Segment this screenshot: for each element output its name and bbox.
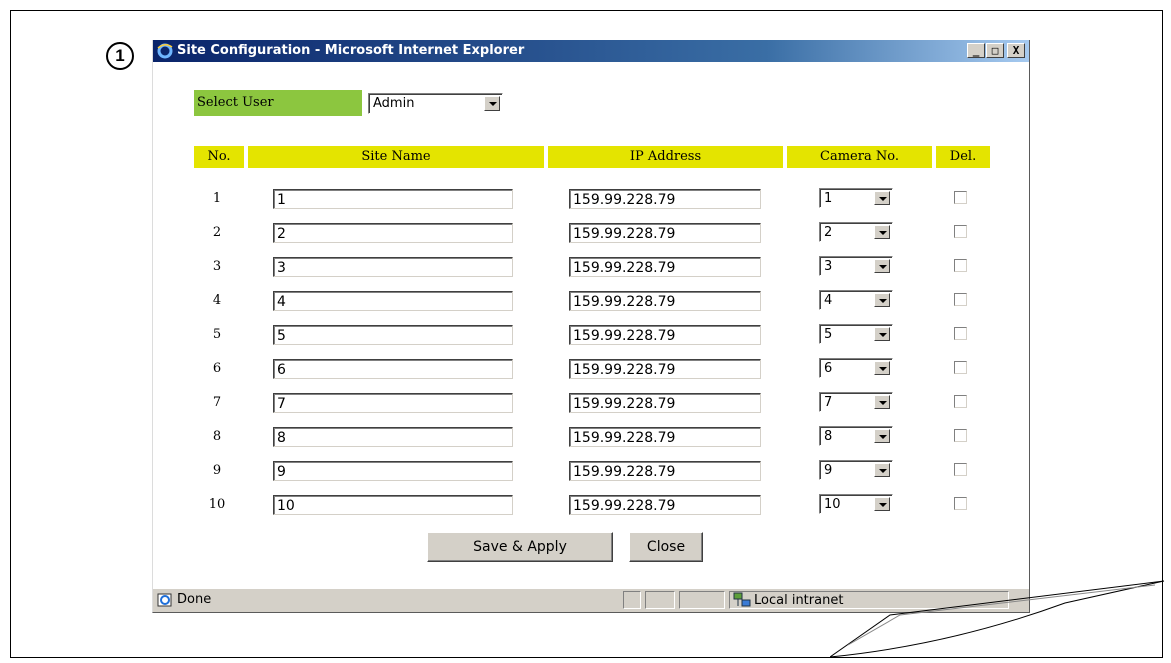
row-number: 1: [212, 191, 222, 206]
row-number: 7: [212, 395, 222, 410]
camera-value: 1: [824, 191, 833, 206]
status-segment: [623, 591, 641, 609]
camera-select[interactable]: 1: [819, 188, 893, 208]
chevron-down-icon[interactable]: [874, 225, 890, 239]
ip-address-input[interactable]: 159.99.228.79: [569, 427, 761, 447]
close-window-button[interactable]: X: [1007, 43, 1025, 58]
ip-address-input[interactable]: 159.99.228.79: [569, 359, 761, 379]
ip-address-input[interactable]: 159.99.228.79: [569, 393, 761, 413]
ip-address-input[interactable]: 159.99.228.79: [569, 223, 761, 243]
camera-value: 5: [824, 327, 833, 342]
ip-address-input[interactable]: 159.99.228.79: [569, 495, 761, 515]
camera-select[interactable]: 4: [819, 290, 893, 310]
chevron-down-icon[interactable]: [874, 293, 890, 307]
delete-checkbox[interactable]: [954, 429, 967, 442]
page-curl-graphic: [830, 580, 1165, 658]
chevron-down-icon[interactable]: [874, 361, 890, 375]
site-name-input[interactable]: 7: [273, 393, 513, 413]
delete-checkbox[interactable]: [954, 293, 967, 306]
chevron-down-icon[interactable]: [874, 259, 890, 273]
camera-select[interactable]: 7: [819, 392, 893, 412]
site-name-input[interactable]: 9: [273, 461, 513, 481]
ie-logo-icon: [157, 43, 173, 59]
ip-address-input[interactable]: 159.99.228.79: [569, 189, 761, 209]
ie-window: Site Configuration - Microsoft Internet …: [152, 40, 1030, 613]
chevron-down-icon[interactable]: [874, 429, 890, 443]
select-user-dropdown[interactable]: Admin: [368, 93, 503, 114]
row-number: 6: [212, 361, 222, 376]
delete-checkbox[interactable]: [954, 191, 967, 204]
camera-value: 6: [824, 361, 833, 376]
header-site-name: Site Name: [248, 146, 544, 168]
camera-value: 10: [824, 497, 841, 512]
row-number: 4: [212, 293, 222, 308]
chevron-down-icon[interactable]: [874, 395, 890, 409]
ip-address-input[interactable]: 159.99.228.79: [569, 325, 761, 345]
chevron-down-icon[interactable]: [484, 96, 500, 111]
chevron-down-icon[interactable]: [874, 191, 890, 205]
minimize-button[interactable]: _: [967, 43, 985, 58]
site-name-input[interactable]: 8: [273, 427, 513, 447]
row-number: 3: [212, 259, 222, 274]
site-name-input[interactable]: 3: [273, 257, 513, 277]
camera-select[interactable]: 9: [819, 460, 893, 480]
title-bar: Site Configuration - Microsoft Internet …: [153, 40, 1029, 62]
ip-address-input[interactable]: 159.99.228.79: [569, 461, 761, 481]
save-apply-button[interactable]: Save & Apply: [427, 532, 613, 562]
camera-select[interactable]: 8: [819, 426, 893, 446]
maximize-button[interactable]: □: [986, 43, 1004, 58]
delete-checkbox[interactable]: [954, 361, 967, 374]
select-user-label: Select User: [194, 90, 362, 116]
intranet-icon: [733, 592, 751, 607]
ip-address-input[interactable]: 159.99.228.79: [569, 291, 761, 311]
ip-address-input[interactable]: 159.99.228.79: [569, 257, 761, 277]
camera-value: 7: [824, 395, 833, 410]
status-text: Done: [177, 592, 212, 607]
row-number: 8: [212, 429, 222, 444]
status-segment: [645, 591, 675, 609]
site-name-input[interactable]: 4: [273, 291, 513, 311]
row-number: 2: [212, 225, 222, 240]
chevron-down-icon[interactable]: [874, 497, 890, 511]
row-number: 10: [208, 497, 226, 512]
delete-checkbox[interactable]: [954, 395, 967, 408]
delete-checkbox[interactable]: [954, 259, 967, 272]
site-name-input[interactable]: 6: [273, 359, 513, 379]
site-name-input[interactable]: 5: [273, 325, 513, 345]
delete-checkbox[interactable]: [954, 327, 967, 340]
page-content: Select User Admin No. Site Name IP Addre…: [157, 66, 1025, 582]
delete-checkbox[interactable]: [954, 225, 967, 238]
camera-select[interactable]: 2: [819, 222, 893, 242]
site-name-input[interactable]: 10: [273, 495, 513, 515]
camera-value: 2: [824, 225, 833, 240]
header-no: No.: [194, 146, 244, 168]
camera-value: 3: [824, 259, 833, 274]
row-number: 9: [212, 463, 222, 478]
ie-page-icon: [157, 593, 172, 607]
delete-checkbox[interactable]: [954, 463, 967, 476]
site-name-input[interactable]: 2: [273, 223, 513, 243]
camera-value: 8: [824, 429, 833, 444]
chevron-down-icon[interactable]: [874, 463, 890, 477]
row-number: 5: [212, 327, 222, 342]
site-name-input[interactable]: 1: [273, 189, 513, 209]
camera-select[interactable]: 3: [819, 256, 893, 276]
close-button[interactable]: Close: [629, 532, 703, 562]
camera-select[interactable]: 5: [819, 324, 893, 344]
header-ip-address: IP Address: [548, 146, 783, 168]
window-title: Site Configuration - Microsoft Internet …: [177, 43, 525, 58]
camera-select[interactable]: 6: [819, 358, 893, 378]
status-segment: [679, 591, 725, 609]
header-camera-no: Camera No.: [787, 146, 932, 168]
camera-select[interactable]: 10: [819, 494, 893, 514]
step-badge: 1: [106, 42, 134, 70]
chevron-down-icon[interactable]: [874, 327, 890, 341]
select-user-value: Admin: [373, 96, 415, 111]
camera-value: 9: [824, 463, 833, 478]
header-del: Del.: [936, 146, 990, 168]
delete-checkbox[interactable]: [954, 497, 967, 510]
camera-value: 4: [824, 293, 833, 308]
